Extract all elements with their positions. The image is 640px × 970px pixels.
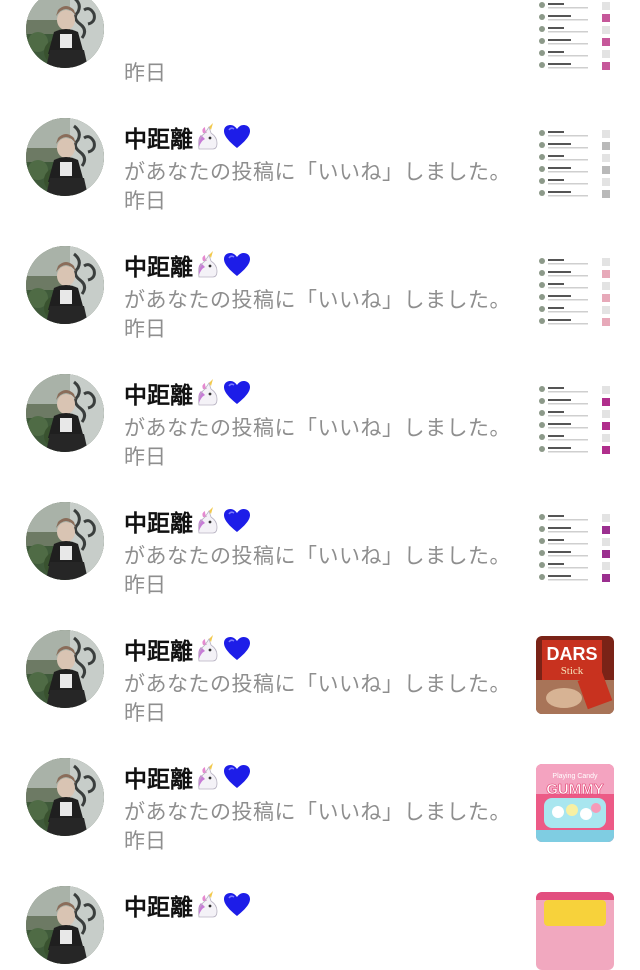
post-thumbnail[interactable] (536, 0, 614, 74)
unicorn-icon (193, 379, 221, 407)
blue-heart-icon (221, 124, 251, 151)
unicorn-icon (193, 635, 221, 663)
post-thumbnail[interactable] (536, 252, 614, 330)
user-avatar[interactable] (26, 374, 104, 452)
user-name-text: 中距離 (124, 767, 193, 793)
blue-heart-icon (221, 764, 251, 791)
unicorn-icon (193, 251, 221, 279)
user-name-text: 中距離 (124, 255, 193, 281)
user-avatar[interactable] (26, 886, 104, 964)
user-name[interactable]: 中距離🦄💙 (124, 120, 251, 154)
user-avatar[interactable] (26, 0, 104, 68)
unicorn-icon (193, 507, 221, 535)
notification-row[interactable]: 中距離🦄💙があなたの投稿に「いいね」しました。昨日 (0, 322, 640, 469)
user-name[interactable]: 中距離🦄💙 (124, 248, 251, 282)
avatar-photo (26, 630, 104, 708)
user-name[interactable]: 中距離🦄💙 (124, 632, 251, 666)
user-name-text: 中距離 (124, 127, 193, 153)
blue-heart-icon (221, 380, 251, 407)
avatar-photo (26, 886, 104, 964)
avatar-photo (26, 246, 104, 324)
avatar-photo (26, 758, 104, 836)
thumbnail-sub-text: Stick (561, 665, 584, 677)
notification-feed: 昨日中距離🦄💙があなたの投稿に「いいね」しました。昨日中距離🦄💙があなたの投稿に… (0, 0, 640, 970)
user-avatar[interactable] (26, 502, 104, 580)
blue-heart-icon (221, 892, 251, 919)
notification-message: があなたの投稿に「いいね」しました。 (124, 544, 511, 568)
notification-row[interactable]: 昨日 (0, 0, 640, 85)
blue-heart-icon (221, 252, 251, 279)
unicorn-icon (193, 123, 221, 151)
notification-row[interactable]: 中距離🦄💙があなたの投稿に「いいね」しました。昨日Playing CandyGU… (0, 706, 640, 853)
user-avatar[interactable] (26, 118, 104, 196)
thumbnail-top-text: Playing Candy (552, 773, 598, 780)
notification-row[interactable]: 中距離🦄💙があなたの投稿に「いいね」しました。昨日 (0, 194, 640, 341)
notification-row[interactable]: 中距離🦄💙があなたの投稿に「いいね」しました。昨日DARSStick (0, 578, 640, 725)
post-thumbnail[interactable] (536, 380, 614, 458)
thumbnail-brand-text: GUMMY (546, 781, 604, 798)
user-name-text: 中距離 (124, 639, 193, 665)
notification-message: があなたの投稿に「いいね」しました。 (124, 672, 511, 696)
user-avatar[interactable] (26, 758, 104, 836)
notification-message: があなたの投稿に「いいね」しました。 (124, 288, 511, 312)
avatar-photo (26, 0, 104, 68)
user-name[interactable]: 中距離🦄💙 (124, 376, 251, 410)
notification-message: があなたの投稿に「いいね」しました。 (124, 416, 511, 440)
user-avatar[interactable] (26, 630, 104, 708)
thumbnail-brand-text: DARS (546, 644, 597, 664)
user-avatar[interactable] (26, 246, 104, 324)
notification-message: があなたの投稿に「いいね」しました。 (124, 800, 511, 824)
blue-heart-icon (221, 636, 251, 663)
avatar-photo (26, 502, 104, 580)
post-thumbnail[interactable] (536, 124, 614, 202)
avatar-photo (26, 374, 104, 452)
post-thumbnail[interactable] (536, 892, 614, 970)
post-thumbnail[interactable]: DARS Stick (536, 636, 614, 714)
notification-row[interactable]: 中距離🦄💙があなたの投稿に「いいね」しました。昨日 (0, 450, 640, 597)
notification-row[interactable]: 中距離🦄💙 (0, 834, 640, 970)
user-name-text: 中距離 (124, 383, 193, 409)
user-name[interactable]: 中距離🦄💙 (124, 888, 251, 922)
user-name[interactable]: 中距離🦄💙 (124, 504, 251, 538)
notification-message: があなたの投稿に「いいね」しました。 (124, 160, 511, 184)
avatar-photo (26, 118, 104, 196)
user-name[interactable]: 中距離🦄💙 (124, 760, 251, 794)
post-thumbnail[interactable] (536, 508, 614, 586)
notification-row[interactable]: 中距離🦄💙があなたの投稿に「いいね」しました。昨日 (0, 66, 640, 213)
unicorn-icon (193, 763, 221, 791)
post-thumbnail[interactable]: Playing Candy GUMMY (536, 764, 614, 842)
unicorn-icon (193, 891, 221, 919)
blue-heart-icon (221, 508, 251, 535)
user-name-text: 中距離 (124, 895, 193, 921)
user-name-text: 中距離 (124, 511, 193, 537)
